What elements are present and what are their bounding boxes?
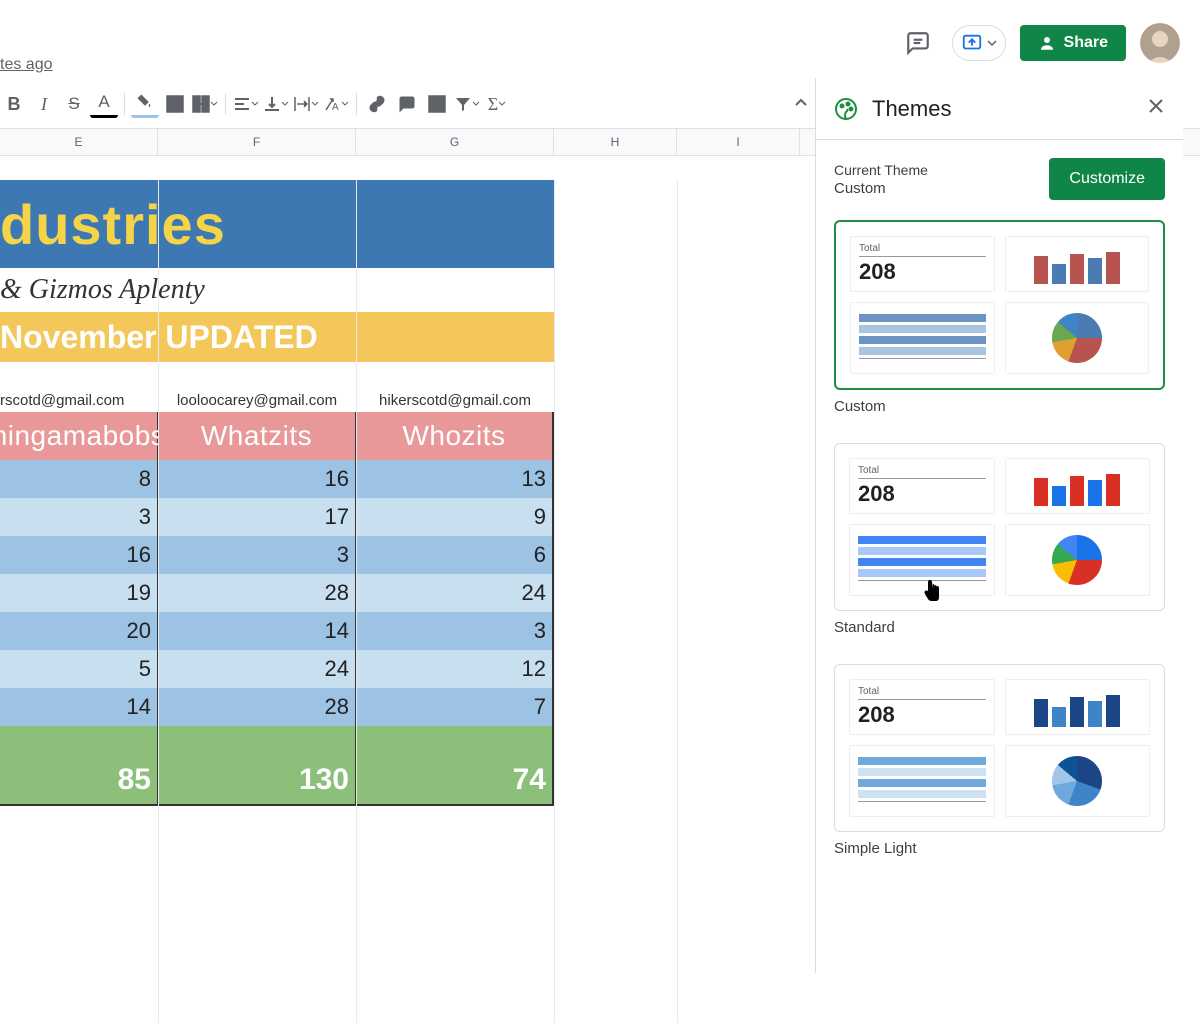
share-button[interactable]: Share <box>1020 25 1126 61</box>
topbar: Share <box>0 17 1200 69</box>
strike-button[interactable]: S <box>60 90 88 118</box>
panel-title: Themes <box>872 96 1133 122</box>
share-label: Share <box>1064 34 1108 52</box>
theme-label: Simple Light <box>834 840 1165 857</box>
bold-button[interactable]: B <box>0 90 28 118</box>
theme-card-standard[interactable]: Total208 <box>834 443 1165 611</box>
theme-label: Standard <box>834 619 1165 636</box>
person-icon <box>1038 34 1056 52</box>
chevron-down-icon <box>210 100 218 108</box>
close-button[interactable] <box>1147 97 1165 120</box>
chevron-down-icon <box>987 38 997 48</box>
link-button[interactable] <box>363 90 391 118</box>
comment-button[interactable] <box>393 90 421 118</box>
format-toolbar: B I S A A Σ <box>0 88 511 120</box>
theme-card-simple-light[interactable]: Total208 <box>834 664 1165 832</box>
themes-panel: Themes Current Theme Custom Customize To… <box>815 78 1183 973</box>
italic-button[interactable]: I <box>30 90 58 118</box>
functions-button[interactable]: Σ <box>483 90 511 118</box>
collapse-toolbar-button[interactable] <box>792 94 810 117</box>
merge-button[interactable] <box>191 90 219 118</box>
customize-button[interactable]: Customize <box>1049 158 1165 200</box>
present-button[interactable] <box>952 25 1006 61</box>
col-header[interactable]: E <box>0 129 158 155</box>
comments-icon[interactable] <box>898 23 938 63</box>
filter-button[interactable] <box>453 90 481 118</box>
current-theme-value: Custom <box>834 180 928 197</box>
svg-text:A: A <box>332 102 339 113</box>
v-align-button[interactable] <box>262 90 290 118</box>
palette-icon <box>834 97 858 121</box>
h-align-button[interactable] <box>232 90 260 118</box>
current-theme-label: Current Theme <box>834 162 928 178</box>
avatar[interactable] <box>1140 23 1180 63</box>
col-header[interactable]: F <box>158 129 356 155</box>
theme-label: Custom <box>834 398 1165 415</box>
col-header[interactable]: I <box>677 129 800 155</box>
borders-button[interactable] <box>161 90 189 118</box>
text-color-button[interactable]: A <box>90 90 118 118</box>
chart-button[interactable] <box>423 90 451 118</box>
wrap-button[interactable] <box>292 90 320 118</box>
col-header[interactable]: G <box>356 129 554 155</box>
fill-color-button[interactable] <box>131 90 159 118</box>
col-header[interactable]: H <box>554 129 677 155</box>
theme-card-custom[interactable]: Total208 <box>834 220 1165 390</box>
rotate-button[interactable]: A <box>322 90 350 118</box>
